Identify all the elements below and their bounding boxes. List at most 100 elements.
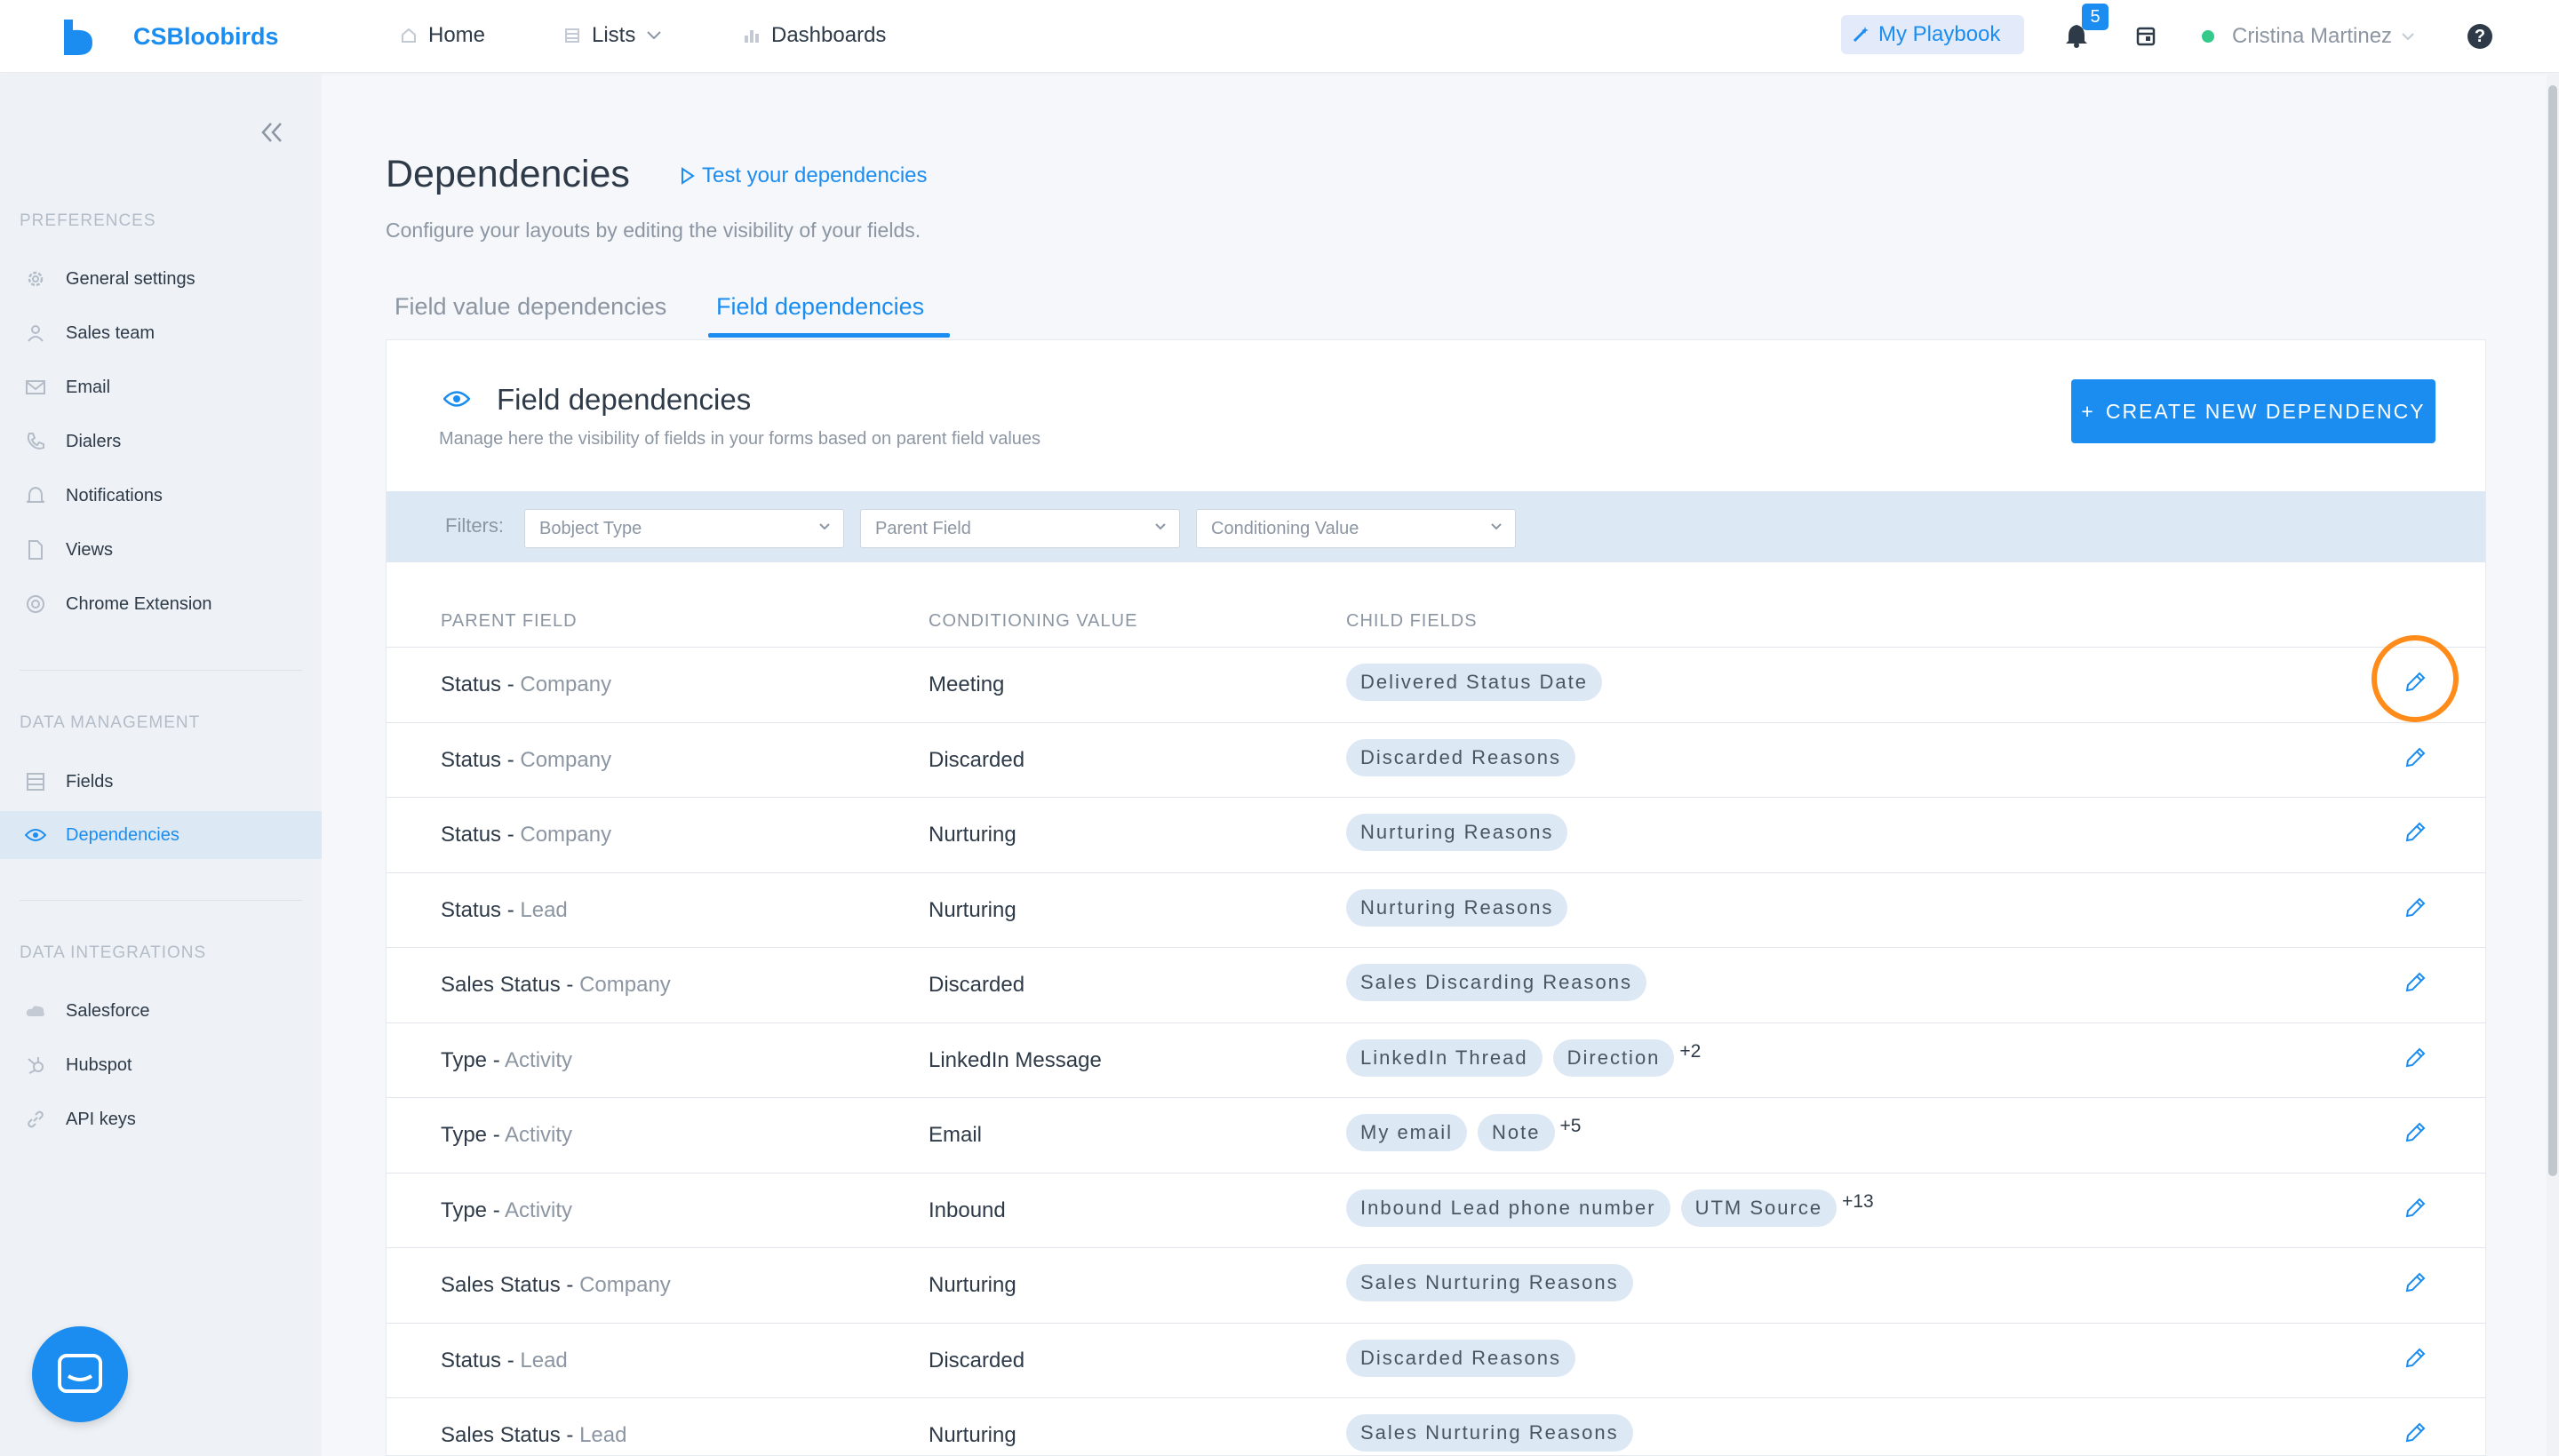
tab-field-dependencies[interactable]: Field dependencies [716, 293, 924, 321]
child-fields-cell: Delivered Status Date [1346, 664, 1602, 701]
table-row: Type - Activity Email My email Note +5 [387, 1097, 2485, 1172]
filters-bar: Filters: Bobject Type Parent Field Condi… [387, 491, 2485, 562]
parent-field-cell: Status - Lead [441, 1349, 568, 1373]
conditioning-value-select[interactable]: Conditioning Value [1196, 509, 1516, 548]
magic-wand-icon [1852, 26, 1869, 44]
parent-field-cell: Sales Status - Company [441, 1273, 671, 1298]
chat-launcher-button[interactable] [32, 1326, 128, 1422]
child-field-chip: Inbound Lead phone number [1346, 1189, 1670, 1227]
table-row: Type - Activity Inbound Inbound Lead phone… [387, 1172, 2485, 1247]
calendar-icon[interactable] [2136, 25, 2156, 46]
edit-pencil-icon[interactable] [2404, 1121, 2427, 1144]
parent-field-name: Sales Status [441, 1273, 561, 1297]
sidebar-item-fields[interactable]: Fields [0, 758, 322, 806]
edit-pencil-icon[interactable] [2404, 896, 2427, 919]
sidebar-item-general-settings[interactable]: General settings [0, 255, 322, 303]
edit-pencil-icon[interactable] [2404, 671, 2427, 694]
sidebar-item-dialers[interactable]: Dialers [0, 418, 322, 465]
edit-pencil-icon[interactable] [2404, 1046, 2427, 1070]
parent-field-name: Type [441, 1197, 488, 1222]
parent-field-name: Status [441, 747, 502, 772]
more-child-fields-count[interactable]: +2 [1679, 1041, 1701, 1062]
parent-field-select[interactable]: Parent Field [860, 509, 1180, 548]
parent-field-cell: Sales Status - Company [441, 973, 671, 998]
child-fields-cell: Nurturing Reasons [1346, 814, 1568, 851]
table-row: Status - Company Nurturing Nurturing Reaso… [387, 797, 2485, 871]
sidebar-item-label: Chrome Extension [66, 593, 212, 614]
sidebar-item-dependencies[interactable]: Dependencies [0, 811, 322, 859]
conditioning-value-cell: Nurturing [929, 823, 1016, 847]
edit-pencil-icon[interactable] [2404, 971, 2427, 994]
parent-field-name: Status [441, 1348, 502, 1372]
edit-pencil-icon[interactable] [2404, 1347, 2427, 1370]
child-field-chip: Sales Nurturing Reasons [1346, 1414, 1633, 1452]
user-menu[interactable]: Cristina Martinez [2232, 24, 2415, 49]
data-integrations-section-title: DATA INTEGRATIONS [20, 943, 207, 962]
conditioning-value-cell: Meeting [929, 672, 1005, 696]
sidebar-item-label: Hubspot [66, 1054, 132, 1075]
select-placeholder: Conditioning Value [1211, 519, 1359, 538]
tab-field-value-dependencies[interactable]: Field value dependencies [395, 293, 666, 321]
separator: - [501, 897, 521, 922]
sidebar-item-email[interactable]: Email [0, 363, 322, 411]
more-child-fields-count[interactable]: +13 [1842, 1191, 1874, 1213]
create-new-dependency-button[interactable]: + CREATE NEW DEPENDENCY [2071, 379, 2435, 443]
bobject-type-select[interactable]: Bobject Type [524, 509, 844, 548]
edit-pencil-icon[interactable] [2404, 1271, 2427, 1294]
page-subtitle: Configure your layouts by editing the vi… [386, 219, 921, 242]
sidebar-item-api-keys[interactable]: API keys [0, 1095, 322, 1143]
edit-pencil-icon[interactable] [2404, 746, 2427, 769]
parent-field-cell: Type - Activity [441, 1048, 572, 1073]
more-child-fields-count[interactable]: +5 [1560, 1116, 1582, 1137]
hubspot-icon [25, 1054, 46, 1076]
my-playbook-button[interactable]: My Playbook [1841, 15, 2024, 54]
gear-icon [25, 268, 46, 290]
sidebar-item-label: Salesforce [66, 1000, 150, 1021]
nav-dashboards[interactable]: Dashboards [743, 23, 886, 48]
separator: - [501, 823, 521, 847]
sidebar-divider [20, 900, 302, 901]
eye-icon [443, 390, 470, 408]
bloobirds-logo-icon[interactable] [62, 18, 96, 55]
parent-object-type: Lead [520, 897, 568, 922]
sidebar-item-views[interactable]: Views [0, 526, 322, 574]
parent-object-type: Company [520, 747, 612, 772]
table-row: Status - Lead Discarded Discarded Reasons [387, 1322, 2485, 1397]
parent-object-type: Company [579, 973, 671, 997]
conditioning-value-cell: Nurturing [929, 1273, 1016, 1297]
sidebar-item-sales-team[interactable]: Sales team [0, 309, 322, 357]
conditioning-value-cell: LinkedIn Message [929, 1047, 1102, 1072]
parent-field-cell: Status - Company [441, 748, 611, 773]
nav-lists-label: Lists [592, 23, 636, 47]
notifications-badge: 5 [2082, 4, 2109, 30]
plus-icon: + [2081, 399, 2095, 423]
scrollbar-thumb[interactable] [2548, 85, 2557, 1176]
parent-object-type: Activity [505, 1047, 573, 1072]
test-dependencies-link[interactable]: Test your dependencies [681, 163, 928, 188]
edit-pencil-icon[interactable] [2404, 821, 2427, 844]
sidebar-item-hubspot[interactable]: Hubspot [0, 1041, 322, 1089]
sidebar-item-salesforce[interactable]: Salesforce [0, 987, 322, 1035]
brand-name[interactable]: CSBloobirds [133, 23, 279, 51]
nav-home[interactable]: Home [400, 23, 485, 48]
help-icon[interactable]: ? [2467, 24, 2492, 49]
card-subtitle: Manage here the visibility of fields in … [439, 429, 1041, 449]
nav-dashboards-label: Dashboards [771, 23, 887, 47]
list-icon [563, 27, 581, 44]
user-name: Cristina Martinez [2232, 24, 2393, 48]
collapse-sidebar-icon[interactable] [259, 120, 284, 145]
edit-pencil-icon[interactable] [2404, 1421, 2427, 1444]
child-field-chip: Note [1478, 1114, 1555, 1151]
home-icon [400, 27, 418, 44]
separator: - [487, 1123, 506, 1147]
separator: - [560, 1423, 580, 1447]
child-field-chip: UTM Source [1680, 1189, 1838, 1227]
sidebar-item-notifications[interactable]: Notifications [0, 472, 322, 520]
parent-field-cell: Sales Status - Lead [441, 1423, 626, 1448]
sidebar-item-chrome-extension[interactable]: Chrome Extension [0, 580, 322, 628]
conditioning-value-cell: Inbound [929, 1197, 1006, 1222]
top-bar: CSBloobirds Home Lists Dashboards My Pla… [0, 0, 2559, 73]
edit-pencil-icon[interactable] [2404, 1197, 2427, 1220]
nav-lists[interactable]: Lists [563, 23, 662, 48]
conditioning-value-cell: Nurturing [929, 897, 1016, 922]
